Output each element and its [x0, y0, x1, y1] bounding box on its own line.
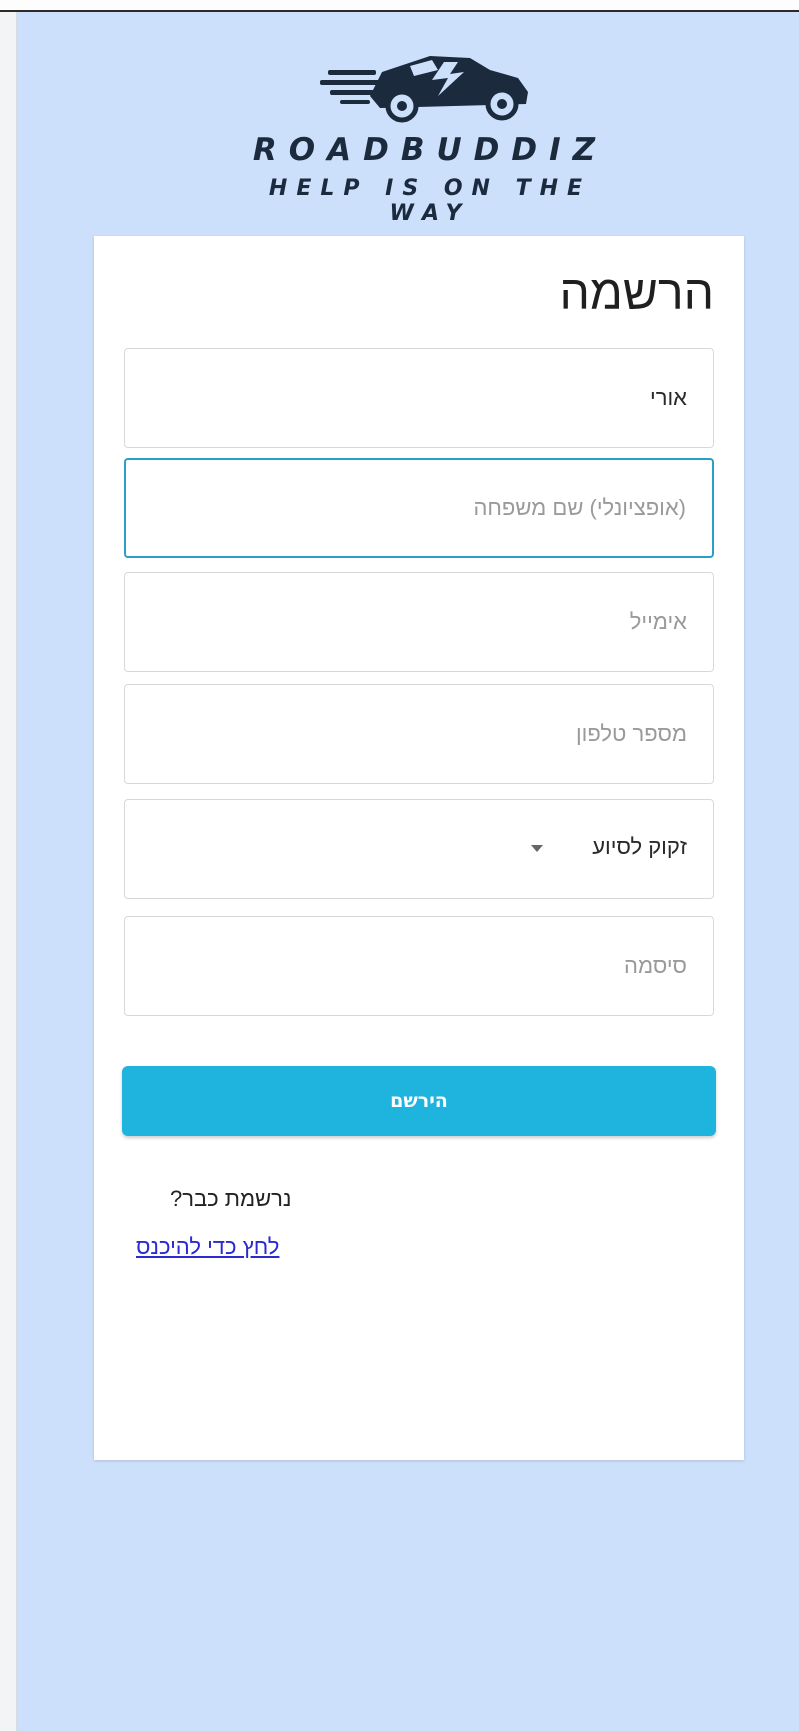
- register-card: הרשמה זקוק לסיוע הירשם נרשמת כבר? לחץ כד…: [94, 236, 744, 1460]
- phone-field-container: [124, 684, 714, 784]
- first-name-field[interactable]: [125, 349, 713, 447]
- password-field-container: [124, 916, 714, 1016]
- brand-name: ROADBUDDIZ: [252, 132, 608, 168]
- register-button[interactable]: הירשם: [122, 1066, 716, 1136]
- brand-tagline: HELP IS ON THE WAY: [268, 176, 592, 226]
- role-select-value: זקוק לסיוע: [592, 834, 687, 859]
- phone-field[interactable]: [125, 685, 713, 783]
- role-select[interactable]: זקוק לסיוע: [124, 799, 714, 899]
- last-name-field-container: [124, 458, 714, 558]
- brand-logo: ROADBUDDIZ HELP IS ON THE WAY: [230, 48, 630, 226]
- top-border: [0, 0, 799, 12]
- page-title: הרשמה: [559, 267, 715, 320]
- already-registered-text: נרשמת כבר?: [170, 1186, 292, 1211]
- email-field[interactable]: [125, 573, 713, 671]
- email-field-container: [124, 572, 714, 672]
- left-gutter: [0, 12, 17, 1731]
- login-link[interactable]: לחץ כדי להיכנס: [136, 1234, 279, 1260]
- last-name-field[interactable]: [126, 460, 712, 556]
- car-logo-icon: [320, 56, 528, 123]
- password-field[interactable]: [125, 917, 713, 1015]
- chevron-down-icon: [531, 845, 543, 852]
- first-name-field-container: [124, 348, 714, 448]
